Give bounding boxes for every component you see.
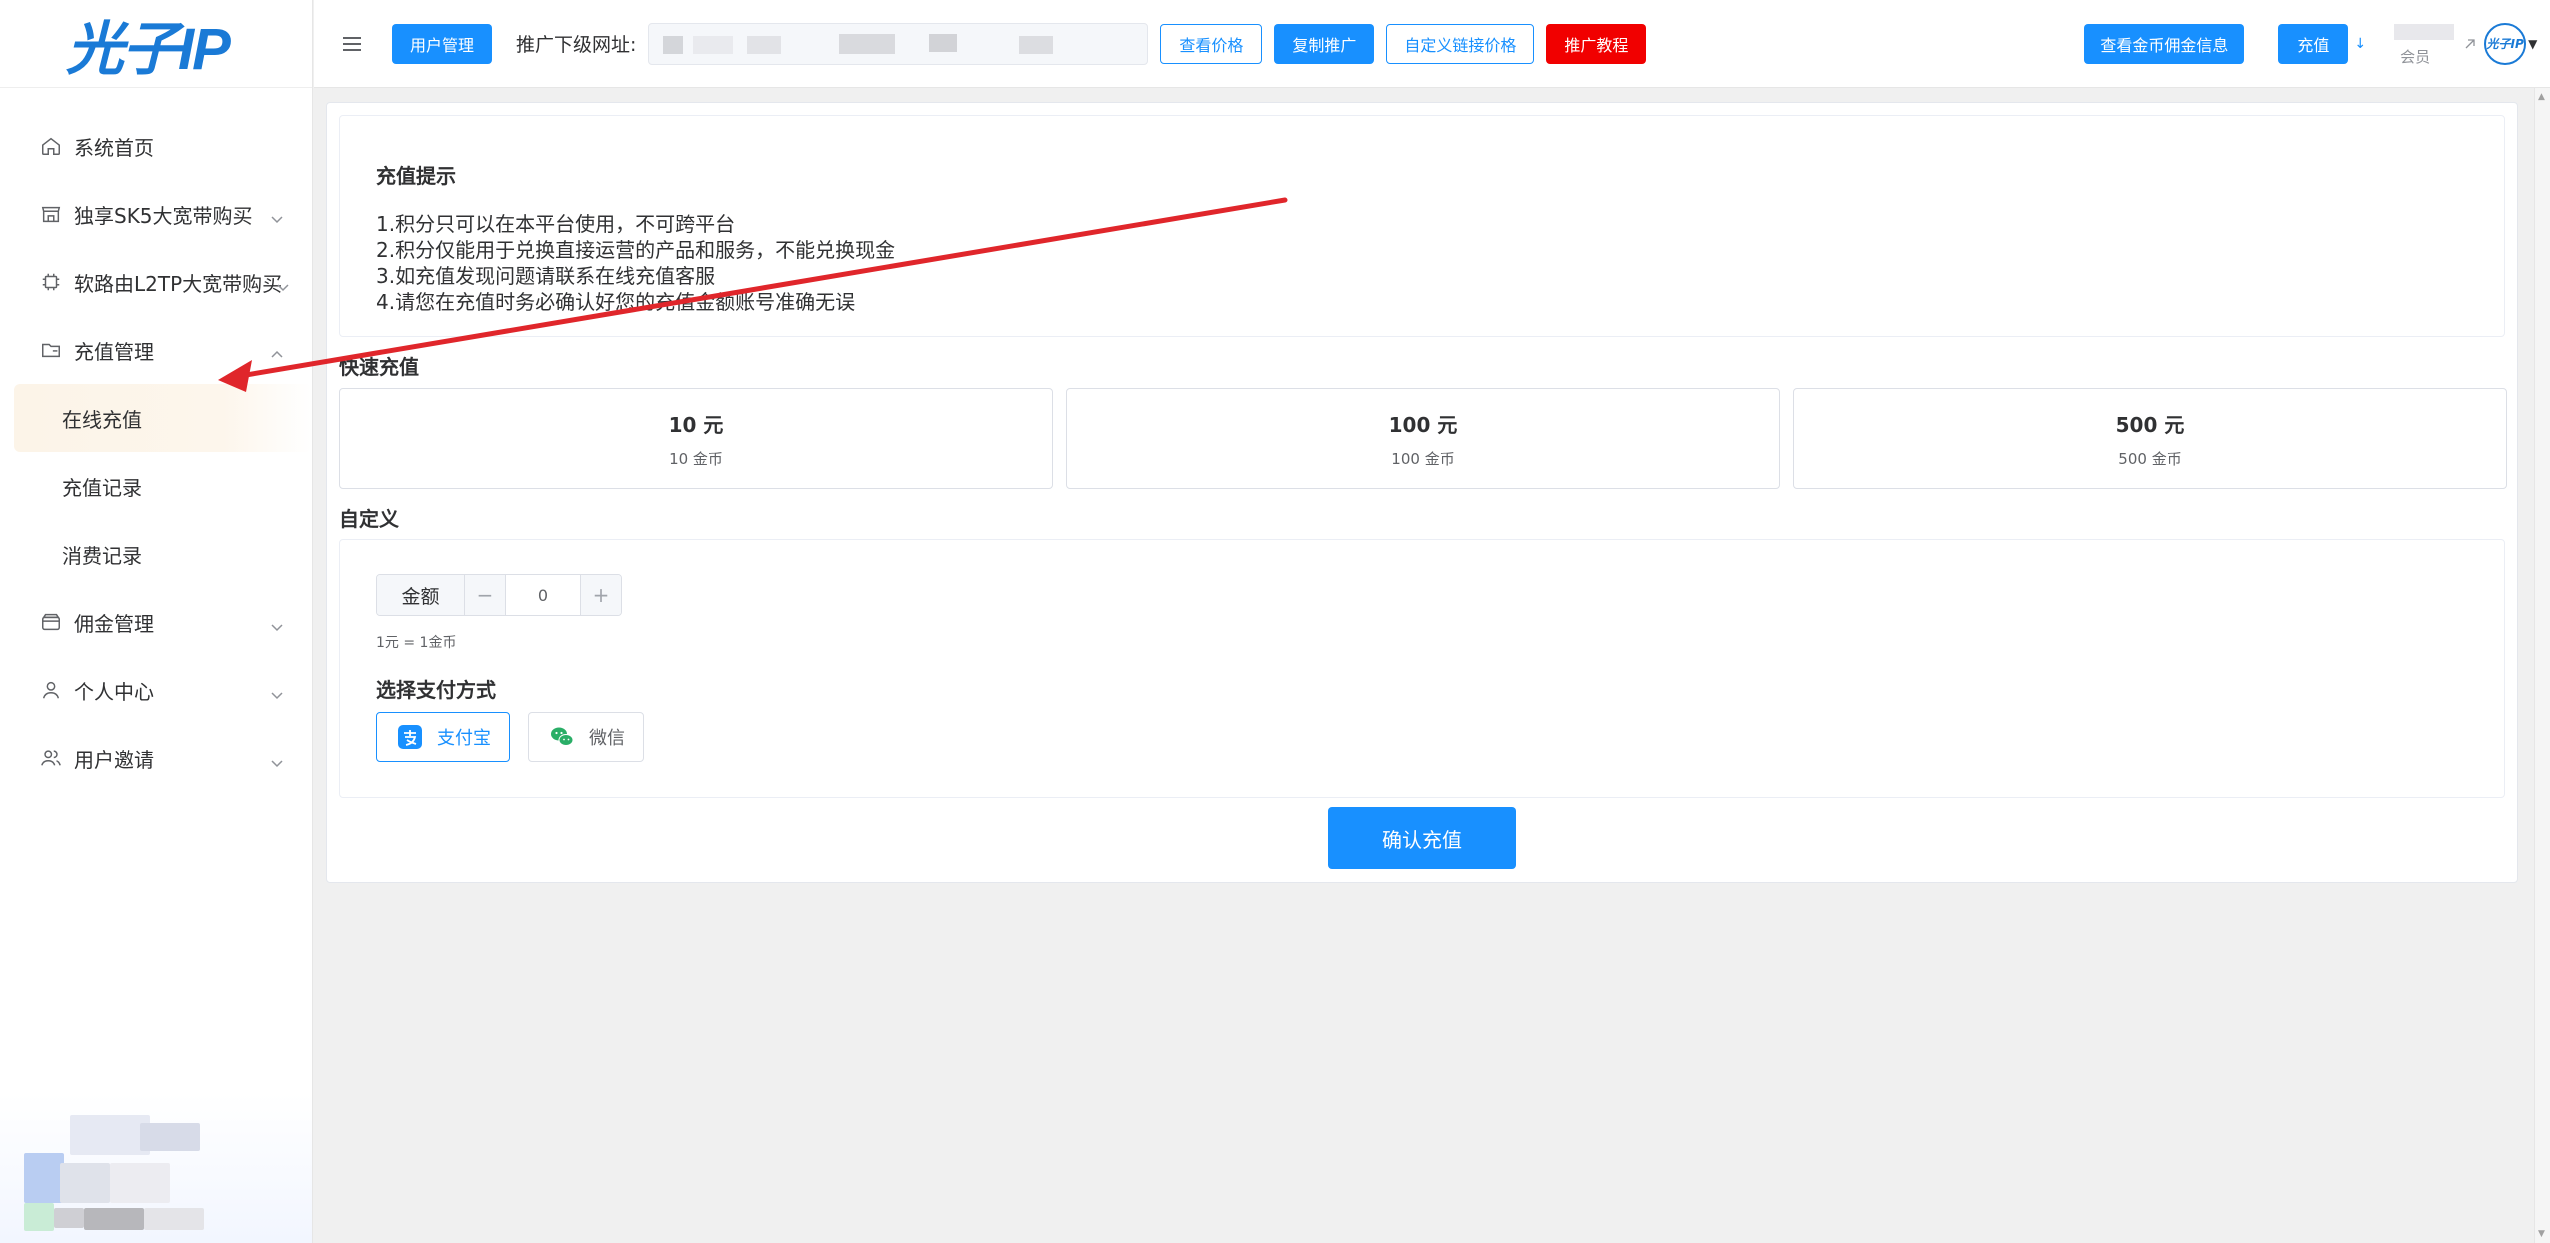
tip-line: 4.请您在充值时务必确认好您的充值金额账号准确无误 xyxy=(376,290,856,314)
promo-tutorial-button[interactable]: 推广教程 xyxy=(1546,23,1647,64)
sidebar-subitem-label: 在线充值 xyxy=(62,407,142,432)
chevron-up-icon xyxy=(270,343,284,358)
sidebar-subitem-online-recharge[interactable]: 在线充值 xyxy=(14,384,312,452)
alipay-option[interactable]: 支付宝 xyxy=(376,712,510,762)
sidebar-item-label: 系统首页 xyxy=(74,135,154,160)
quick-option-100[interactable]: 100 元 100 金币 xyxy=(1066,388,1780,489)
sidebar-item-home[interactable]: 系统首页 xyxy=(0,112,312,180)
copy-promo-button[interactable]: 复制推广 xyxy=(1274,23,1375,64)
caret-down-icon[interactable]: ▼ xyxy=(2528,37,2537,51)
store-icon xyxy=(40,203,62,225)
custom-recharge-title: 自定义 xyxy=(339,507,399,531)
quick-coins: 10 金币 xyxy=(669,449,723,468)
confirm-recharge-button[interactable]: 确认充值 xyxy=(1328,807,1516,869)
wechat-option[interactable]: 微信 xyxy=(528,712,644,762)
home-icon xyxy=(40,135,62,157)
avatar-text: 光子IP xyxy=(2486,37,2524,51)
recharge-tips-panel: 充值提示 1.积分只可以在本平台使用，不可跨平台 2.积分仅能用于兑换直接运营的… xyxy=(339,115,2505,337)
sidebar-subitem-label: 充值记录 xyxy=(62,475,142,500)
logo[interactable]: 光子IP xyxy=(0,0,312,88)
increment-button[interactable]: + xyxy=(581,575,621,615)
arrow-down-small-icon: ↓ xyxy=(2354,35,2367,52)
user-management-button[interactable]: 用户管理 xyxy=(392,23,492,64)
view-price-button[interactable]: 查看价格 xyxy=(1160,23,1263,64)
custom-recharge-panel: 金额 − 0 + 1元 = 1金币 选择支付方式 支付宝 微信 xyxy=(339,539,2505,798)
sidebar-item-label: 软路由L2TP大宽带购买 xyxy=(74,271,283,296)
sidebar-item-label: 独享SK5大宽带购买 xyxy=(74,203,253,228)
recharge-card: 充值提示 1.积分只可以在本平台使用，不可跨平台 2.积分仅能用于兑换直接运营的… xyxy=(326,102,2518,883)
sidebar-item-label: 个人中心 xyxy=(74,679,154,704)
page-scrollbar[interactable]: ▲ ▼ xyxy=(2534,88,2550,1243)
menu-toggle-icon[interactable] xyxy=(340,32,364,56)
promo-url-field[interactable] xyxy=(648,22,1149,65)
alipay-label: 支付宝 xyxy=(437,728,491,749)
scroll-down-icon[interactable]: ▼ xyxy=(2538,1229,2545,1239)
payment-methods: 支付宝 微信 xyxy=(376,712,644,762)
chevron-down-icon xyxy=(270,615,284,632)
sidebar-item-recharge[interactable]: 充值管理 xyxy=(0,316,312,384)
quick-coins: 500 金币 xyxy=(2118,449,2182,468)
sidebar-banner-redacted xyxy=(0,1093,312,1243)
quick-option-500[interactable]: 500 元 500 金币 xyxy=(1793,388,2507,489)
amount-stepper: 金额 − 0 + xyxy=(376,574,622,616)
sidebar-nav: 系统首页 独享SK5大宽带购买 软路由L2TP大宽带购买 充值管理 在线充值 充… xyxy=(0,88,312,792)
promo-url-label: 推广下级网址: xyxy=(516,34,637,56)
chevron-down-icon xyxy=(276,275,290,292)
user-info-redacted[interactable]: 会员 xyxy=(2390,22,2460,66)
users-icon xyxy=(40,747,62,769)
tips-title: 充值提示 xyxy=(376,164,456,188)
scroll-up-icon[interactable]: ▲ xyxy=(2538,92,2545,102)
user-icon xyxy=(40,679,62,701)
alipay-icon xyxy=(397,724,423,750)
custom-link-price-button[interactable]: 自定义链接价格 xyxy=(1386,23,1535,64)
user-name-partial: 会员 xyxy=(2400,47,2431,66)
sidebar-item-label: 用户邀请 xyxy=(74,747,154,772)
sidebar-subitem-recharge-records[interactable]: 充值记录 xyxy=(0,452,312,520)
tip-line: 2.积分仅能用于兑换直接运营的产品和服务，不能兑换现金 xyxy=(376,238,896,262)
wallet-icon xyxy=(40,611,62,633)
view-coin-info-button[interactable]: 查看金币佣金信息 xyxy=(2084,23,2245,64)
sidebar-item-invite[interactable]: 用户邀请 xyxy=(0,724,312,792)
quick-option-10[interactable]: 10 元 10 金币 xyxy=(339,388,1053,489)
wechat-icon xyxy=(549,724,575,750)
quick-amount: 500 元 xyxy=(2115,412,2185,437)
external-link-icon xyxy=(2462,36,2478,52)
quick-amount: 10 元 xyxy=(668,412,724,437)
payment-method-title: 选择支付方式 xyxy=(376,678,496,702)
chevron-down-icon xyxy=(270,683,284,700)
amount-input[interactable]: 0 xyxy=(505,575,581,615)
quick-recharge-options: 10 元 10 金币 100 元 100 金币 500 元 500 金币 xyxy=(339,388,2507,489)
recharge-button[interactable]: 充值 xyxy=(2278,23,2349,64)
amount-label: 金额 xyxy=(377,575,465,615)
chevron-down-icon xyxy=(270,751,284,768)
wechat-label: 微信 xyxy=(589,728,625,749)
logo-text: 光子IP xyxy=(66,16,231,82)
chip-icon xyxy=(40,271,62,293)
decrement-button[interactable]: − xyxy=(465,575,505,615)
folder-icon xyxy=(40,339,62,361)
exchange-rate-text: 1元 = 1金币 xyxy=(376,635,457,651)
sidebar-subitem-label: 消费记录 xyxy=(62,543,142,568)
avatar[interactable]: 光子IP xyxy=(2484,22,2527,65)
sidebar-item-label: 充值管理 xyxy=(74,339,154,364)
top-header: 用户管理 推广下级网址: 查看价格 复制推广 自定义链接价格 推广教程 查看金币… xyxy=(314,0,2550,88)
sidebar: 光子IP 系统首页 独享SK5大宽带购买 软路由L2TP大宽带购买 充值管理 在… xyxy=(0,0,313,1243)
sidebar-item-profile[interactable]: 个人中心 xyxy=(0,656,312,724)
sidebar-item-l2tp[interactable]: 软路由L2TP大宽带购买 xyxy=(0,248,312,316)
tip-line: 1.积分只可以在本平台使用，不可跨平台 xyxy=(376,212,736,236)
tip-line: 3.如充值发现问题请联系在线充值客服 xyxy=(376,264,716,288)
sidebar-item-label: 佣金管理 xyxy=(74,611,154,636)
quick-recharge-title: 快速充值 xyxy=(339,355,419,379)
quick-amount: 100 元 xyxy=(1388,412,1458,437)
chevron-down-icon xyxy=(270,207,284,224)
sidebar-subitem-consumption-records[interactable]: 消费记录 xyxy=(0,520,312,588)
quick-coins: 100 金币 xyxy=(1391,449,1455,468)
sidebar-item-sk5[interactable]: 独享SK5大宽带购买 xyxy=(0,180,312,248)
sidebar-item-commission[interactable]: 佣金管理 xyxy=(0,588,312,656)
